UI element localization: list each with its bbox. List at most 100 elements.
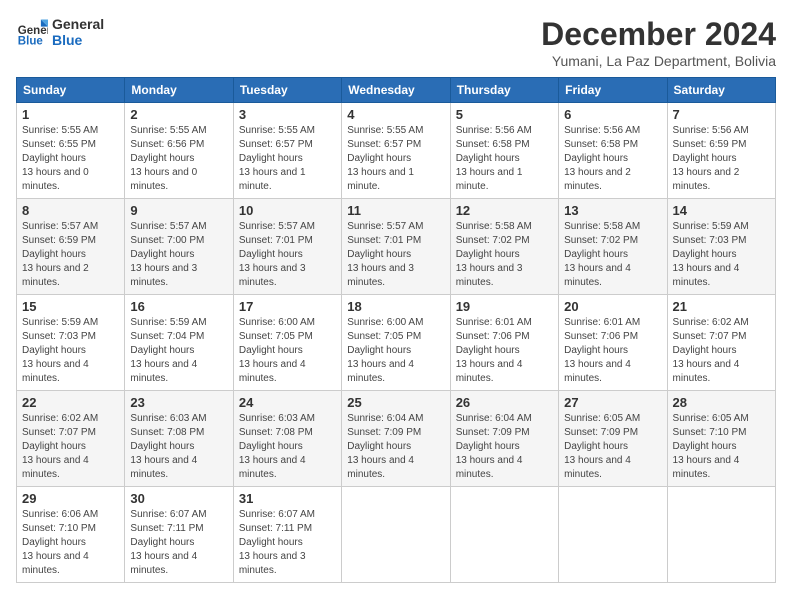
month-title: December 2024 [541,16,776,53]
col-header-thursday: Thursday [450,78,558,103]
day-number: 8 [22,203,119,218]
day-info: Sunrise: 6:03 AM Sunset: 7:08 PM Dayligh… [130,412,227,482]
calendar-cell [559,487,667,583]
col-header-tuesday: Tuesday [233,78,341,103]
calendar-cell [342,487,450,583]
day-number: 7 [673,107,770,122]
day-number: 6 [564,107,661,122]
day-info: Sunrise: 6:02 AM Sunset: 7:07 PM Dayligh… [22,412,119,482]
day-info: Sunrise: 5:57 AM Sunset: 7:00 PM Dayligh… [130,220,227,290]
day-number: 23 [130,395,227,410]
page-header: General Blue General Blue December 2024 … [16,16,776,69]
calendar-cell: 3 Sunrise: 5:55 AM Sunset: 6:57 PM Dayli… [233,103,341,199]
day-number: 16 [130,299,227,314]
calendar-cell: 9 Sunrise: 5:57 AM Sunset: 7:00 PM Dayli… [125,199,233,295]
day-info: Sunrise: 6:06 AM Sunset: 7:10 PM Dayligh… [22,508,119,578]
col-header-sunday: Sunday [17,78,125,103]
day-info: Sunrise: 5:57 AM Sunset: 6:59 PM Dayligh… [22,220,119,290]
logo-blue-text: Blue [52,32,104,48]
calendar-cell: 15 Sunrise: 5:59 AM Sunset: 7:03 PM Dayl… [17,295,125,391]
svg-text:Blue: Blue [18,35,44,47]
day-info: Sunrise: 5:58 AM Sunset: 7:02 PM Dayligh… [456,220,553,290]
day-number: 21 [673,299,770,314]
calendar-cell: 19 Sunrise: 6:01 AM Sunset: 7:06 PM Dayl… [450,295,558,391]
day-info: Sunrise: 5:55 AM Sunset: 6:57 PM Dayligh… [347,124,444,194]
calendar-cell: 11 Sunrise: 5:57 AM Sunset: 7:01 PM Dayl… [342,199,450,295]
calendar-cell: 26 Sunrise: 6:04 AM Sunset: 7:09 PM Dayl… [450,391,558,487]
day-info: Sunrise: 6:01 AM Sunset: 7:06 PM Dayligh… [456,316,553,386]
day-number: 18 [347,299,444,314]
day-info: Sunrise: 5:55 AM Sunset: 6:55 PM Dayligh… [22,124,119,194]
location-subtitle: Yumani, La Paz Department, Bolivia [541,53,776,69]
calendar-cell: 6 Sunrise: 5:56 AM Sunset: 6:58 PM Dayli… [559,103,667,199]
calendar-cell: 14 Sunrise: 5:59 AM Sunset: 7:03 PM Dayl… [667,199,775,295]
calendar-cell: 5 Sunrise: 5:56 AM Sunset: 6:58 PM Dayli… [450,103,558,199]
day-number: 3 [239,107,336,122]
day-info: Sunrise: 6:03 AM Sunset: 7:08 PM Dayligh… [239,412,336,482]
calendar-cell: 4 Sunrise: 5:55 AM Sunset: 6:57 PM Dayli… [342,103,450,199]
title-block: December 2024 Yumani, La Paz Department,… [541,16,776,69]
week-row-5: 29 Sunrise: 6:06 AM Sunset: 7:10 PM Dayl… [17,487,776,583]
day-info: Sunrise: 6:07 AM Sunset: 7:11 PM Dayligh… [239,508,336,578]
day-number: 13 [564,203,661,218]
day-number: 22 [22,395,119,410]
calendar-cell: 30 Sunrise: 6:07 AM Sunset: 7:11 PM Dayl… [125,487,233,583]
col-header-monday: Monday [125,78,233,103]
calendar-cell: 12 Sunrise: 5:58 AM Sunset: 7:02 PM Dayl… [450,199,558,295]
day-number: 30 [130,491,227,506]
week-row-3: 15 Sunrise: 5:59 AM Sunset: 7:03 PM Dayl… [17,295,776,391]
day-number: 19 [456,299,553,314]
day-info: Sunrise: 5:57 AM Sunset: 7:01 PM Dayligh… [239,220,336,290]
calendar-cell: 29 Sunrise: 6:06 AM Sunset: 7:10 PM Dayl… [17,487,125,583]
day-number: 1 [22,107,119,122]
day-info: Sunrise: 5:56 AM Sunset: 6:59 PM Dayligh… [673,124,770,194]
calendar-cell [667,487,775,583]
calendar-cell: 20 Sunrise: 6:01 AM Sunset: 7:06 PM Dayl… [559,295,667,391]
day-info: Sunrise: 6:00 AM Sunset: 7:05 PM Dayligh… [239,316,336,386]
day-number: 11 [347,203,444,218]
day-info: Sunrise: 6:05 AM Sunset: 7:09 PM Dayligh… [564,412,661,482]
day-info: Sunrise: 5:55 AM Sunset: 6:57 PM Dayligh… [239,124,336,194]
calendar-cell: 22 Sunrise: 6:02 AM Sunset: 7:07 PM Dayl… [17,391,125,487]
col-header-friday: Friday [559,78,667,103]
day-number: 12 [456,203,553,218]
calendar-cell: 16 Sunrise: 5:59 AM Sunset: 7:04 PM Dayl… [125,295,233,391]
day-number: 31 [239,491,336,506]
calendar-header-row: SundayMondayTuesdayWednesdayThursdayFrid… [17,78,776,103]
logo-general-text: General [52,16,104,32]
col-header-wednesday: Wednesday [342,78,450,103]
calendar-cell: 28 Sunrise: 6:05 AM Sunset: 7:10 PM Dayl… [667,391,775,487]
calendar-cell [450,487,558,583]
calendar-cell: 1 Sunrise: 5:55 AM Sunset: 6:55 PM Dayli… [17,103,125,199]
week-row-2: 8 Sunrise: 5:57 AM Sunset: 6:59 PM Dayli… [17,199,776,295]
day-info: Sunrise: 5:57 AM Sunset: 7:01 PM Dayligh… [347,220,444,290]
calendar-cell: 27 Sunrise: 6:05 AM Sunset: 7:09 PM Dayl… [559,391,667,487]
day-number: 10 [239,203,336,218]
day-info: Sunrise: 5:56 AM Sunset: 6:58 PM Dayligh… [456,124,553,194]
calendar-cell: 8 Sunrise: 5:57 AM Sunset: 6:59 PM Dayli… [17,199,125,295]
day-number: 27 [564,395,661,410]
calendar-cell: 17 Sunrise: 6:00 AM Sunset: 7:05 PM Dayl… [233,295,341,391]
day-number: 29 [22,491,119,506]
day-info: Sunrise: 6:07 AM Sunset: 7:11 PM Dayligh… [130,508,227,578]
day-number: 17 [239,299,336,314]
day-number: 5 [456,107,553,122]
calendar-cell: 2 Sunrise: 5:55 AM Sunset: 6:56 PM Dayli… [125,103,233,199]
calendar-cell: 24 Sunrise: 6:03 AM Sunset: 7:08 PM Dayl… [233,391,341,487]
day-number: 25 [347,395,444,410]
day-info: Sunrise: 6:05 AM Sunset: 7:10 PM Dayligh… [673,412,770,482]
calendar-cell: 10 Sunrise: 5:57 AM Sunset: 7:01 PM Dayl… [233,199,341,295]
day-info: Sunrise: 5:59 AM Sunset: 7:03 PM Dayligh… [22,316,119,386]
logo-icon: General Blue [16,16,48,48]
calendar-cell: 18 Sunrise: 6:00 AM Sunset: 7:05 PM Dayl… [342,295,450,391]
week-row-4: 22 Sunrise: 6:02 AM Sunset: 7:07 PM Dayl… [17,391,776,487]
calendar-cell: 13 Sunrise: 5:58 AM Sunset: 7:02 PM Dayl… [559,199,667,295]
day-number: 28 [673,395,770,410]
day-number: 4 [347,107,444,122]
day-info: Sunrise: 5:55 AM Sunset: 6:56 PM Dayligh… [130,124,227,194]
day-number: 14 [673,203,770,218]
calendar-cell: 25 Sunrise: 6:04 AM Sunset: 7:09 PM Dayl… [342,391,450,487]
calendar-cell: 21 Sunrise: 6:02 AM Sunset: 7:07 PM Dayl… [667,295,775,391]
day-number: 26 [456,395,553,410]
day-info: Sunrise: 6:04 AM Sunset: 7:09 PM Dayligh… [456,412,553,482]
